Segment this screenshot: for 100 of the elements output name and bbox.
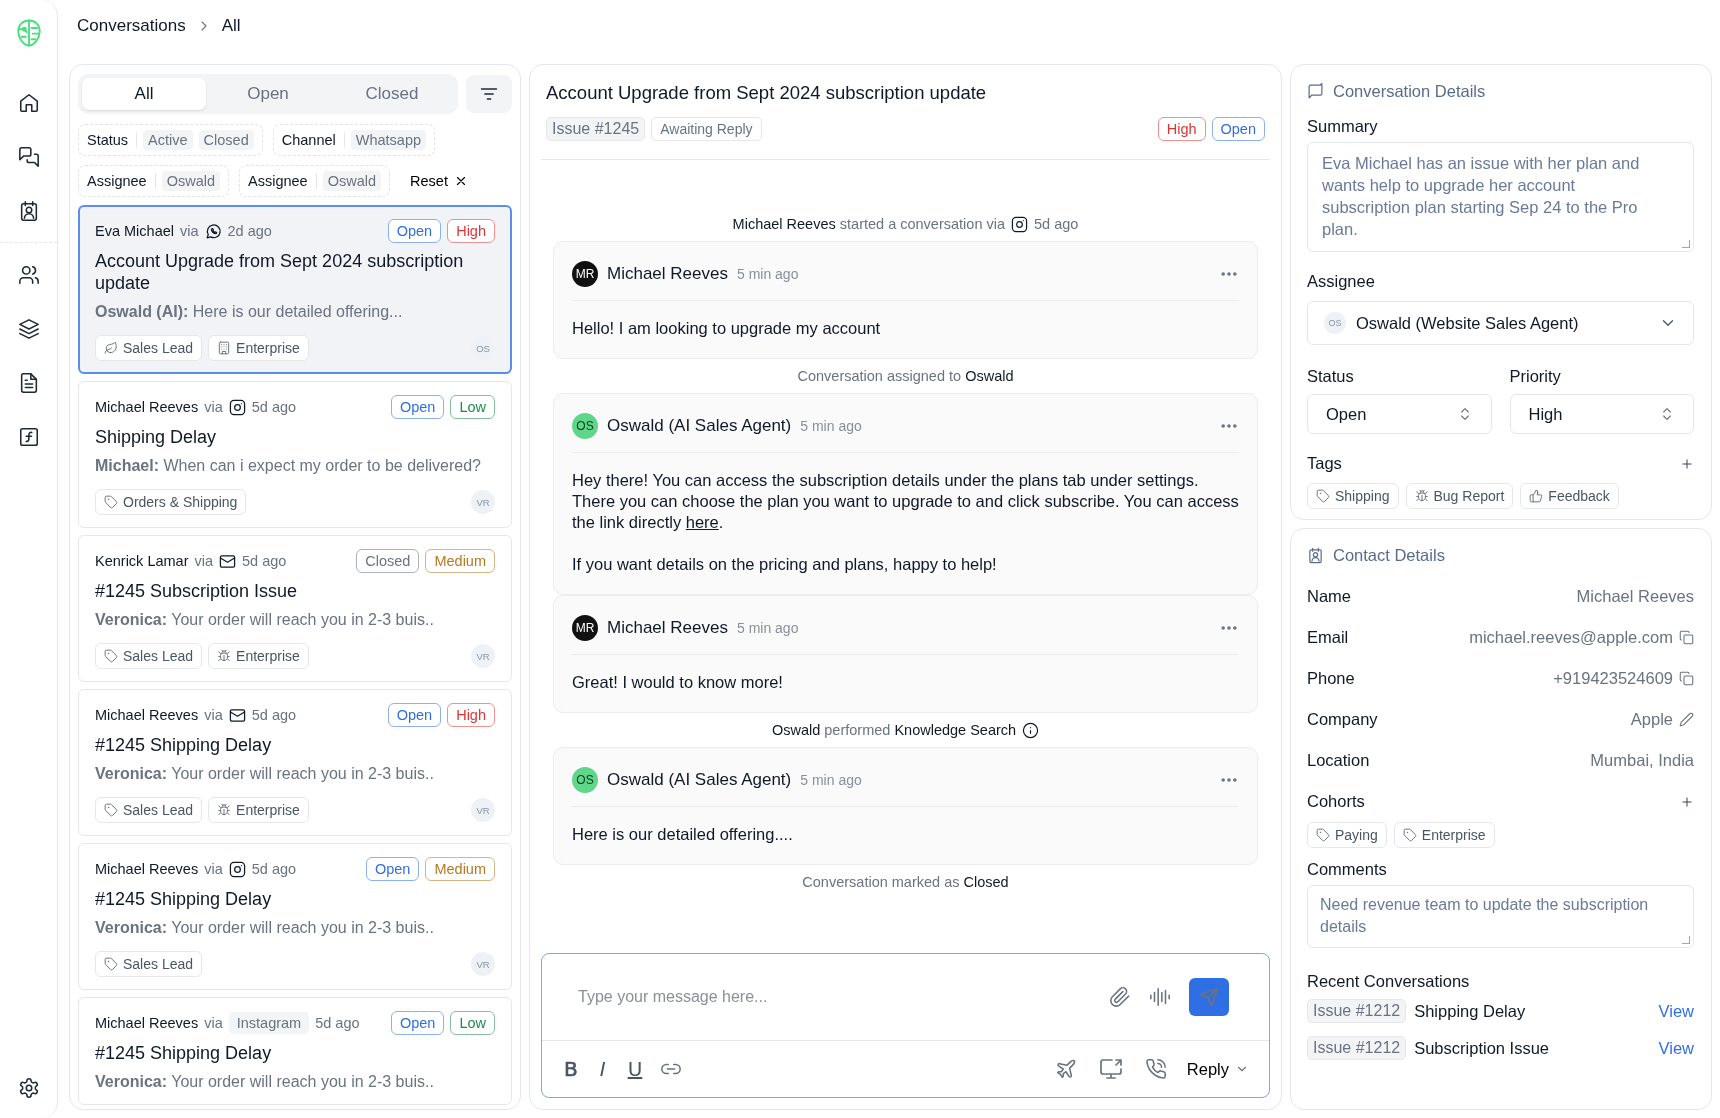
badge: Medium <box>425 857 495 881</box>
tag-chip: Enterprise <box>208 335 309 361</box>
link[interactable]: here <box>685 513 719 531</box>
copy-icon <box>1679 630 1694 645</box>
view-link[interactable]: View <box>1658 1038 1694 1058</box>
conversation-card[interactable]: Michael Reeves via 5d ago Open High #1245 Shipping Delay Veronica: Your order will reach you in 2-3 buis.. Sales Lead Enterprise VR <box>78 689 512 836</box>
priority-select[interactable]: High <box>1509 394 1694 434</box>
card-title: Conversation Details <box>1333 81 1486 101</box>
cohort-chip: Paying <box>1307 822 1387 848</box>
contact-name: Michael Reeves <box>95 861 199 877</box>
message-preview: Veronica: Your order will reach you in 2-3 buis.. <box>95 918 435 938</box>
avatar: VR <box>471 644 495 668</box>
airplane-icon[interactable] <box>1054 1058 1077 1080</box>
via-label: via <box>204 399 223 415</box>
phone-icon[interactable] <box>1144 1058 1167 1080</box>
tag-chip: Orders & Shipping <box>95 489 247 515</box>
badge: High <box>447 703 495 727</box>
conversation-card[interactable]: Kenrick Lamar via 5d ago Closed Medium #1245 Subscription Issue Veronica: Your order will reach you in 2-3 buis.. Sales Lead Enterprise VR <box>78 535 512 682</box>
tab[interactable]: Open <box>206 78 330 110</box>
author-name: Oswald (AI Sales Agent) <box>607 770 792 790</box>
waveform-icon[interactable] <box>1149 986 1171 1008</box>
conversation-title: Account Upgrade from Sept 2024 subscription update <box>95 250 465 294</box>
breadcrumb-link[interactable]: Conversations <box>77 16 186 36</box>
message-text: If you want details on the pricing and plans, happy to help! <box>572 554 998 575</box>
leaf-icon <box>104 341 118 355</box>
breadcrumb-link[interactable]: All <box>221 16 241 36</box>
filter-group[interactable]: Status Active Closed <box>78 124 263 156</box>
filter-value[interactable]: Whatsapp <box>350 130 427 150</box>
tag-icon <box>1316 828 1330 842</box>
field-label: Name <box>1307 587 1352 606</box>
add-button[interactable] <box>1680 456 1694 471</box>
settings-icon[interactable] <box>17 1077 40 1099</box>
field-value: Apple <box>1630 710 1673 729</box>
edit-button[interactable] <box>1679 712 1694 727</box>
view-link[interactable]: View <box>1658 1001 1694 1021</box>
filter-group[interactable]: Channel Whatsapp <box>272 124 436 156</box>
event-text: Michael Reeves started a conversation via <box>732 216 1006 232</box>
assignee-select[interactable]: OS Oswald (Website Sales Agent) <box>1307 301 1694 345</box>
conversation-card[interactable]: Eva Michael via 2d ago Open High Account Upgrade from Sept 2024 subscription update Oswald (AI): Here is our detailed offering... Sales Lead Enterprise OS <box>78 205 512 374</box>
function-icon[interactable] <box>17 426 40 448</box>
home-icon[interactable] <box>17 92 40 114</box>
tag-icon <box>104 495 118 509</box>
users-icon[interactable] <box>17 264 40 286</box>
message-text: Hello! I am looking to upgrade my account <box>572 318 882 339</box>
issue-number: Issue #1212 <box>1307 999 1407 1023</box>
copy-button[interactable] <box>1679 630 1694 645</box>
filter-value[interactable]: Oswald <box>322 171 382 191</box>
badge: Medium <box>425 549 495 573</box>
conversation-title: Account Upgrade from Sept 2024 subscription update <box>546 82 988 104</box>
status-select[interactable]: Open <box>1307 394 1492 434</box>
tag-chip: Shipping <box>1307 483 1399 509</box>
author-name: Michael Reeves <box>607 264 728 284</box>
via-label: via <box>180 223 199 239</box>
format-button[interactable]: U <box>623 1057 647 1081</box>
filter-group[interactable]: Assignee Oswald <box>78 165 229 197</box>
paperclip-icon[interactable] <box>1109 986 1131 1008</box>
filter-label: Status <box>87 132 138 148</box>
message-text: Hey there! You can access the subscription details under the plans tab under settings. There you can choose the plan you want to upgrade to and click subscribe. You can access the link directly here. <box>572 470 1239 533</box>
send-icon <box>1199 987 1219 1007</box>
filter-value[interactable]: Closed <box>198 130 254 150</box>
format-button[interactable]: I <box>595 1057 610 1081</box>
time-label: 5 min ago <box>800 418 862 434</box>
conversation-card[interactable]: Michael Reeves via Instagram 5d ago Open Low #1245 Shipping Delay Veronica: Your order will reach you in 2-3 buis.. <box>78 997 512 1105</box>
issue-number: Issue #1245 <box>546 117 646 141</box>
conversation-card[interactable]: Michael Reeves via 5d ago Open Medium #1245 Shipping Delay Veronica: Your order will reach you in 2-3 buis.. Sales Lead VR <box>78 843 512 990</box>
screen-share-icon[interactable] <box>1098 1057 1123 1081</box>
card-title: Contact Details <box>1333 545 1445 565</box>
copy-button[interactable] <box>1679 671 1694 686</box>
thumbs-up-icon <box>1529 489 1544 503</box>
add-button[interactable] <box>1680 794 1694 809</box>
filter-group[interactable]: Assignee Oswald <box>239 165 391 197</box>
reply-mode-button[interactable]: Reply <box>1180 1058 1255 1080</box>
summary-field[interactable]: Eva Michael has an issue with her plan and wants help to upgrade her account subscription plan starting Sep 24 to the Pro plan. <box>1307 142 1694 252</box>
field-label: Phone <box>1307 669 1356 688</box>
badge: Low <box>450 395 495 419</box>
tab[interactable]: Closed <box>330 78 454 110</box>
layers-icon[interactable] <box>17 318 40 340</box>
chat-icon[interactable] <box>17 146 40 168</box>
via-label: via <box>204 707 223 723</box>
filter-value[interactable]: Active <box>143 130 193 150</box>
tag-chip: Sales Lead <box>95 335 203 361</box>
info-icon[interactable] <box>1022 721 1040 739</box>
filter-button[interactable] <box>466 75 512 113</box>
contact-name: Michael Reeves <box>95 707 199 723</box>
message-text: Great! I would to know more! <box>572 672 784 693</box>
badge: Open <box>387 703 442 727</box>
tag-icon <box>104 803 118 817</box>
send-button[interactable] <box>1189 978 1229 1016</box>
field-label: Email <box>1307 628 1350 647</box>
format-button[interactable]: B <box>560 1057 582 1081</box>
field-label: Cohorts <box>1307 792 1365 811</box>
reset-button[interactable]: Reset <box>400 173 478 189</box>
filter-value[interactable]: Oswald <box>161 171 220 191</box>
tab[interactable]: All <box>82 78 206 110</box>
message-composer[interactable]: Type your message here... B I U Reply <box>541 953 1270 1098</box>
badge: Open <box>390 395 445 419</box>
message-preview: Veronica: Your order will reach you in 2-3 buis.. <box>95 610 435 630</box>
conversation-card[interactable]: Michael Reeves via 5d ago Open Low Shipping Delay Michael: When can i expect my order to be delivered? Orders & Shipping VR <box>78 381 512 528</box>
comments-field[interactable]: Need revenue team to update the subscription details <box>1307 885 1694 948</box>
time-label: 5d ago <box>251 861 297 877</box>
